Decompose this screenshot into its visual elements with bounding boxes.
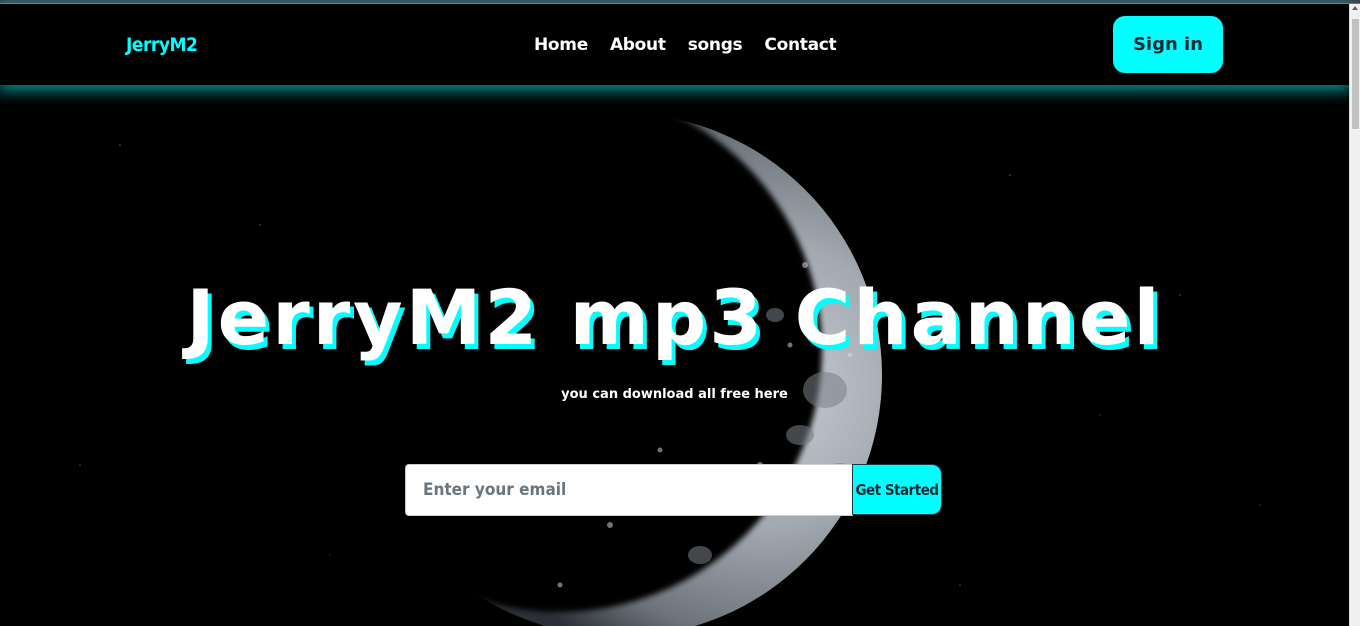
- nav-item-contact: Contact: [764, 35, 836, 55]
- navbar: JerryM2 Home About songs Contact Sign in: [0, 4, 1349, 85]
- nav-link-home[interactable]: Home: [534, 35, 588, 55]
- get-started-button[interactable]: Get Started: [852, 464, 942, 515]
- scroll-up-arrow-icon[interactable]: [1352, 6, 1358, 10]
- nav-item-songs: songs: [688, 35, 743, 55]
- nav-link-songs[interactable]: songs: [688, 35, 743, 55]
- hero-section: JerryM2 mp3 Channel you can download all…: [0, 85, 1349, 626]
- nav-link-contact[interactable]: Contact: [764, 35, 836, 55]
- hero-subtitle: you can download all free here: [561, 387, 788, 402]
- sign-in-button[interactable]: Sign in: [1113, 16, 1223, 73]
- email-input[interactable]: [405, 464, 853, 516]
- vertical-scrollbar[interactable]: [1349, 4, 1360, 626]
- nav-item-home: Home: [534, 35, 588, 55]
- scrollbar-thumb[interactable]: [1352, 19, 1359, 129]
- nav-link-about[interactable]: About: [610, 35, 666, 55]
- nav-links: Home About songs Contact: [534, 35, 837, 55]
- hero-title: JerryM2 mp3 Channel: [186, 273, 1163, 362]
- brand-logo[interactable]: JerryM2: [126, 34, 198, 56]
- nav-item-about: About: [610, 35, 666, 55]
